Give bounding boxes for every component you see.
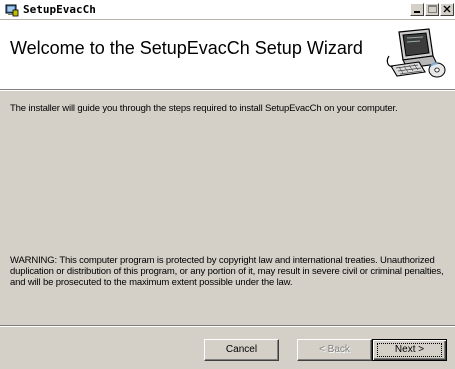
cancel-button-label: Cancel [225,344,258,355]
wizard-heading: Welcome to the SetupEvacCh Setup Wizard [10,38,363,58]
next-button-label: Next > [394,344,425,355]
maximize-button[interactable] [425,3,439,16]
setup-wizard-window: SetupEvacCh Welcome to the SetupEvacCh S… [0,0,455,369]
next-button[interactable]: Next > [372,339,447,361]
window-title: SetupEvacCh [23,3,96,16]
minimize-button[interactable] [410,3,424,16]
back-button[interactable]: < Back [297,339,372,361]
cancel-button[interactable]: Cancel [204,339,279,361]
banner-separator [0,89,455,91]
close-icon [443,5,451,13]
title-bar[interactable]: SetupEvacCh [0,0,455,20]
intro-text: The installer will guide you through the… [10,103,398,114]
wizard-banner: Welcome to the SetupEvacCh Setup Wizard [0,20,455,89]
installer-app-icon [5,4,19,17]
close-button[interactable] [440,3,454,16]
minimize-icon [414,11,420,13]
computer-disk-icon [386,28,446,78]
maximize-icon [428,5,437,13]
back-button-label: < Back [319,344,350,355]
copyright-warning: WARNING: This computer program is protec… [10,255,444,288]
button-separator [0,325,455,327]
